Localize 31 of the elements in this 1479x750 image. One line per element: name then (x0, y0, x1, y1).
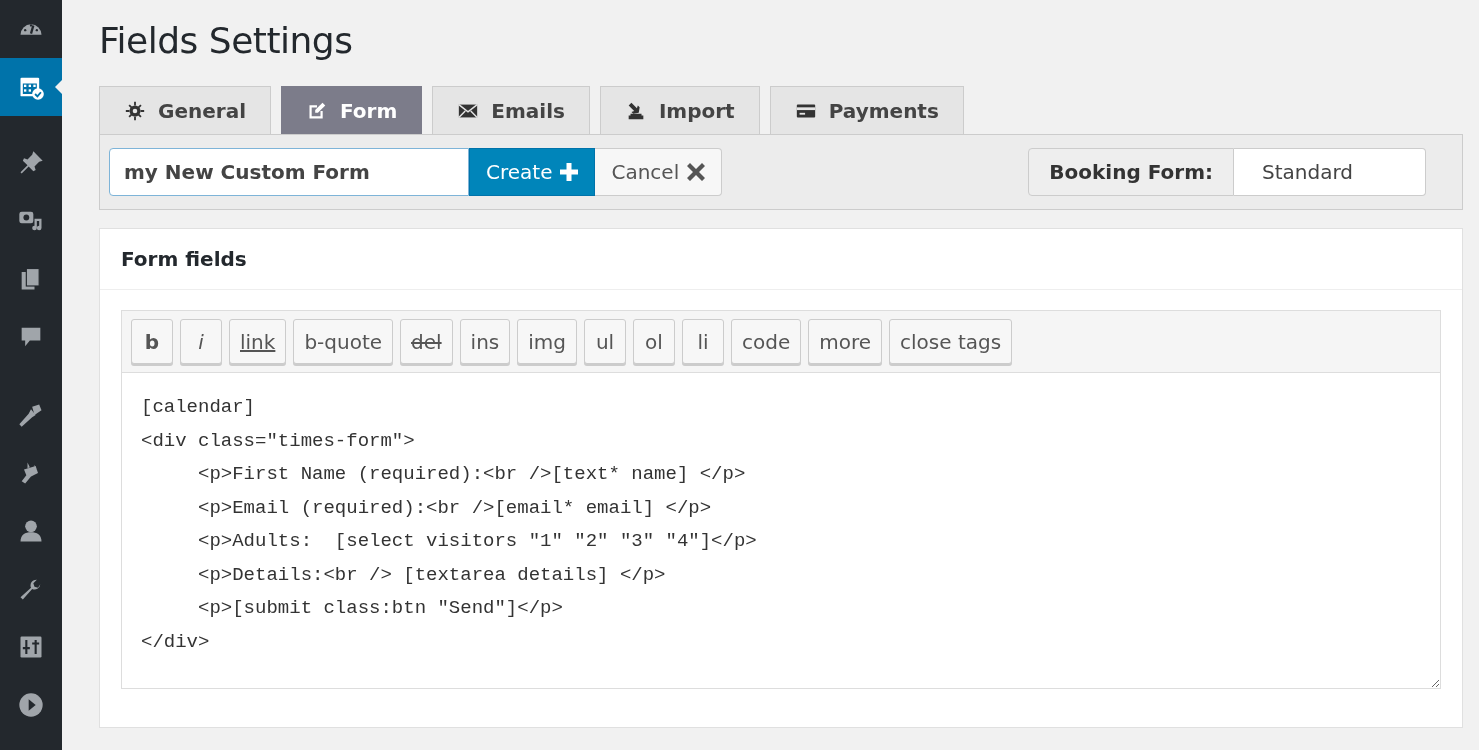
tab[interactable]: Import (599, 86, 760, 134)
sidebar-menu-item[interactable] (0, 58, 62, 116)
tab[interactable]: General (99, 86, 271, 134)
cancel-button[interactable]: Cancel (595, 148, 723, 196)
form-name-field[interactable]: my New Custom Form (109, 148, 469, 196)
quicktag-button[interactable]: ins (459, 319, 511, 364)
quicktag-button[interactable]: b-quote (293, 319, 394, 364)
quicktag-button[interactable]: more (808, 319, 883, 364)
quicktag-button[interactable]: ol (633, 319, 675, 364)
quicktag-button[interactable]: i (180, 319, 222, 364)
play-icon (17, 691, 45, 719)
page-title: Fields Settings (99, 19, 354, 63)
quicktag-button[interactable]: close tags (889, 319, 1013, 364)
quicktag-button[interactable]: link (229, 319, 287, 364)
tab[interactable]: Emails (432, 86, 590, 134)
quicktag-button[interactable]: img (517, 319, 577, 364)
create-button[interactable]: Create (469, 148, 596, 196)
quicktag-button[interactable]: code (731, 319, 802, 364)
code-editor[interactable]: [calendar] <div class="times-form"> <p>First Name (required):<br />[text* name] </p> <p>Email (required):<br />[email* email] </p> <p>Adults: [select visitors "1" "2" "3" "4"]</p> <p>Details:<br /> [textarea details] </p> <p>[submit class:btn "Send"]</p> </div> (121, 373, 1441, 689)
tab[interactable]: Payments (769, 86, 964, 134)
close-icon (687, 163, 706, 181)
quicktag-button[interactable]: del (400, 319, 453, 364)
quicktag-button[interactable]: li (682, 319, 724, 364)
booking-form-select[interactable]: Standard (1234, 148, 1426, 196)
booking-form-label: Booking Form: (1028, 148, 1234, 196)
card-title: Form fields (100, 229, 1462, 290)
quicktag-button[interactable]: b (131, 319, 173, 364)
tab[interactable]: Form (281, 86, 423, 134)
gear-icon (124, 99, 146, 122)
quicktag-button[interactable]: ul (584, 319, 626, 364)
plus-icon (560, 163, 579, 181)
